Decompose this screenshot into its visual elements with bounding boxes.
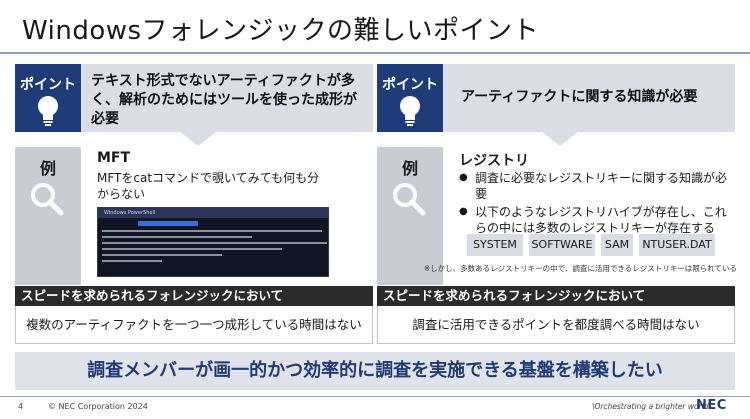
example-tag-label: 例 (401, 159, 418, 178)
bullet-item: 以下のようなレジストリハイブが存在し、これらの中には多数のレジストリキーが存在す… (459, 204, 729, 236)
callout-notch (180, 132, 216, 146)
slide-title: Windowsフォレンジックの難しいポイント (22, 16, 540, 46)
point-tag: ポイント (15, 64, 81, 132)
terminal-screenshot: Windows PowerShell (97, 207, 329, 277)
terminal-line (102, 236, 252, 238)
point-text: アーティファクトに関する知識が必要 (461, 89, 698, 105)
hive-badge: SOFTWARE (529, 234, 595, 256)
terminal-line (102, 248, 282, 250)
page-number: 4 (18, 402, 24, 411)
speed-header: スピードを求められるフォレンジックにおいて (377, 286, 735, 306)
title-rule (0, 52, 750, 54)
bullet-item: 調査に必要なレジストリキーに関する知識が必要 (459, 170, 729, 202)
example-tag-label: 例 (39, 159, 56, 178)
right-panel: ポイント アーティファクトに関する知識が必要 例 レジストリ 調査に必要なレジス… (377, 64, 737, 347)
point-tag: ポイント (377, 64, 443, 132)
copyright: © NEC Corporation 2024 (48, 402, 148, 411)
hive-badge: SAM (601, 234, 633, 256)
speed-header: スピードを求められるフォレンジックにおいて (15, 286, 373, 306)
example-tag: 例 (15, 147, 81, 285)
speed-text: 複数のアーティファクトを一つ一つ成形している時間はない (15, 306, 373, 344)
conclusion-banner: 調査メンバーが画一的かつ効率的に調査を実施できる基盤を構築したい (15, 352, 735, 390)
example-title: MFT (97, 150, 131, 166)
point-text: テキスト形式でないアーティファクトが多く、解析のためにはツールを使った成形が必要 (91, 73, 357, 127)
speed-text: 調査に活用できるポイントを都度調べる時間はない (377, 306, 735, 344)
point-tag-label: ポイント (382, 77, 438, 93)
terminal-line (102, 260, 162, 262)
hive-badge: SYSTEM (467, 234, 523, 256)
magnifier-icon (393, 183, 426, 216)
lightbulb-icon (38, 96, 58, 126)
terminal-line (102, 242, 327, 244)
terminal-line (102, 230, 322, 232)
lightbulb-icon (400, 96, 420, 126)
hive-badge: NTUSER.DAT (639, 234, 715, 256)
terminal-line (102, 254, 222, 256)
left-panel: ポイント テキスト形式でないアーティファクトが多く、解析のためにはツールを使った… (15, 64, 373, 347)
terminal-title: Windows PowerShell (104, 210, 156, 216)
example-title: レジストリ (459, 153, 529, 169)
terminal-highlight (138, 221, 198, 226)
footer-rule (0, 396, 750, 397)
nec-logo: NEC (696, 398, 727, 413)
brand-tagline: \Orchestrating a brighter world (592, 402, 709, 411)
example-description: MFTをcatコマンドで覗いてみても何も分からない (97, 171, 320, 201)
callout-notch (542, 132, 578, 146)
bullet-list: 調査に必要なレジストリキーに関する知識が必要 以下のようなレジストリハイブが存在… (459, 170, 729, 238)
point-tag-label: ポイント (20, 77, 76, 93)
terminal-titlebar: Windows PowerShell (98, 208, 328, 218)
footnote: ※しかし、多数あるレジストリキーの中で、調査に活用できるレジストリキーは限られて… (423, 264, 737, 273)
magnifier-icon (31, 183, 64, 216)
